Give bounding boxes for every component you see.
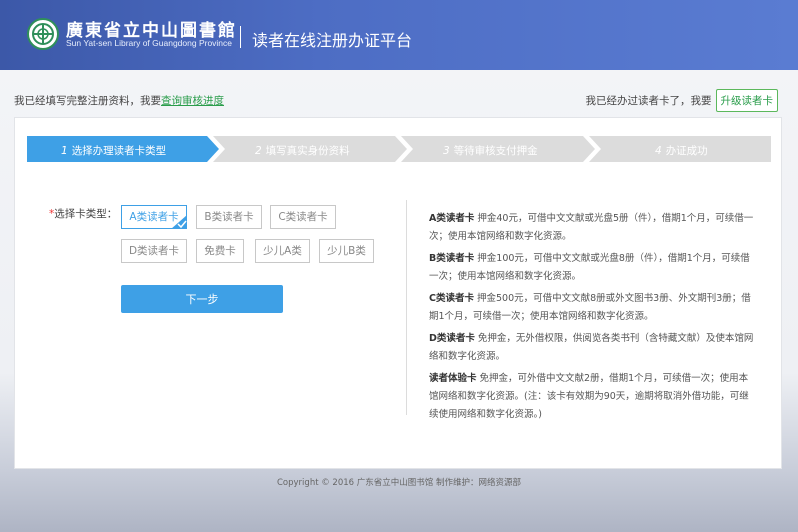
- card-option-b-label: B类读者卡: [204, 211, 254, 223]
- card-option-child-b[interactable]: 少儿B类: [319, 239, 374, 263]
- step-4-label: 办证成功: [665, 145, 708, 157]
- card-option-b[interactable]: B类读者卡: [196, 205, 262, 229]
- card-option-free-label: 免费卡: [204, 245, 236, 257]
- upgrade-card-button[interactable]: 升级读者卡: [715, 89, 778, 112]
- next-step-button[interactable]: 下一步: [121, 285, 283, 313]
- selected-check-icon: [171, 215, 187, 229]
- step-3-label: 等待审核支付押金: [453, 145, 538, 157]
- header-divider: [240, 26, 241, 48]
- upgrade-notice-text: 我已经办过读者卡了，我要: [585, 95, 712, 107]
- card-type-label: *选择卡类型：: [49, 206, 117, 221]
- card-option-c-label: C类读者卡: [278, 211, 328, 223]
- upgrade-notice: 我已经办过读者卡了，我要 升级读者卡: [585, 89, 778, 112]
- card-option-d[interactable]: D类读者卡: [121, 239, 187, 263]
- step-4-number: 4: [655, 145, 662, 157]
- desc-trial-card-name: 读者体验卡: [429, 373, 477, 384]
- footer-copyright: Copyright © 2016 广东省立中山图书馆 制作维护：网络资源部: [277, 478, 521, 488]
- platform-title: 读者在线注册办证平台: [252, 31, 413, 50]
- check-progress-link[interactable]: 查询审核进度: [161, 95, 224, 107]
- card-option-d-label: D类读者卡: [128, 245, 180, 257]
- step-2-number: 2: [255, 145, 262, 157]
- desc-card-a-text: 押金40元，可借中文文献或光盘5册（件），借期1个月，可续借一次；使用本馆网络和…: [429, 213, 754, 242]
- desc-card-a-name: A类读者卡: [429, 213, 475, 224]
- desc-card-d-name: D类读者卡: [429, 333, 475, 344]
- desc-card-c-text: 押金500元，可借中文文献8册或外文图书3册、外文期刊3册；借期1个月，可续借一…: [429, 293, 751, 322]
- registration-panel: 1 选择办理读者卡类型 2 填写真实身份资料 3 等待审核支付押金 4 办证成功 *选择…: [14, 117, 782, 469]
- step-3: 3 等待审核支付押金: [443, 143, 538, 158]
- card-option-free[interactable]: 免费卡: [196, 239, 244, 263]
- step-progress-bar: 1 选择办理读者卡类型 2 填写真实身份资料 3 等待审核支付押金 4 办证成功: [27, 136, 771, 162]
- card-option-child-a-label: 少儿A类: [263, 245, 302, 257]
- desc-card-b: B类读者卡 押金100元，可借中文文献或光盘8册（件），借期1个月，可续借一次；…: [429, 250, 756, 286]
- desc-card-c: C类读者卡 押金500元，可借中文文献8册或外文图书3册、外文期刊3册；借期1个…: [429, 290, 756, 326]
- library-emblem-icon: [27, 18, 59, 50]
- card-option-child-a[interactable]: 少儿A类: [255, 239, 310, 263]
- header-bar: 廣東省立中山圖書館 Sun Yat-sen Library of Guangdo…: [0, 0, 798, 70]
- step-4: 4 办证成功: [655, 143, 708, 158]
- card-option-a[interactable]: A类读者卡: [121, 205, 187, 229]
- progress-notice: 我已经填写完整注册资料，我要查询审核进度: [14, 93, 224, 108]
- desc-card-a: A类读者卡 押金40元，可借中文文献或光盘5册（件），借期1个月，可续借一次；使…: [429, 210, 756, 246]
- step-1-number: 1: [61, 145, 68, 157]
- card-description-box: A类读者卡 押金40元，可借中文文献或光盘5册（件），借期1个月，可续借一次；使…: [406, 200, 756, 420]
- card-option-c[interactable]: C类读者卡: [270, 205, 336, 229]
- desc-card-b-text: 押金100元，可借中文文献或光盘8册（件），借期1个月，可续借一次；使用本馆网络…: [429, 253, 750, 282]
- desc-card-d-text: 免押金，无外借权限，供阅览各类书刊（含特藏文献）及使本馆网络和数字化资源。: [429, 333, 754, 362]
- step-1-label: 选择办理读者卡类型: [71, 145, 167, 157]
- desc-trial-card: 读者体验卡 免押金，可外借中文文献2册，借期1个月，可续借一次；使用本馆网络和数…: [429, 370, 756, 424]
- logo-english-name: Sun Yat-sen Library of Guangdong Provinc…: [66, 38, 233, 48]
- step-2-label: 填写真实身份资料: [265, 145, 350, 157]
- desc-trial-card-text: 免押金，可外借中文文献2册，借期1个月，可续借一次；使用本馆网络和数字化资源。(…: [429, 373, 749, 420]
- step-1: 1 选择办理读者卡类型: [61, 143, 166, 158]
- step-3-number: 3: [443, 145, 450, 157]
- step-2: 2 填写真实身份资料: [255, 143, 350, 158]
- desc-card-b-name: B类读者卡: [429, 253, 475, 264]
- desc-card-c-name: C类读者卡: [429, 293, 474, 304]
- progress-notice-text: 我已经填写完整注册资料，我要: [14, 95, 161, 107]
- card-type-label-text: 选择卡类型：: [54, 208, 118, 220]
- card-option-child-b-label: 少儿B类: [327, 245, 366, 257]
- desc-card-d: D类读者卡 免押金，无外借权限，供阅览各类书刊（含特藏文献）及使本馆网络和数字化…: [429, 330, 756, 366]
